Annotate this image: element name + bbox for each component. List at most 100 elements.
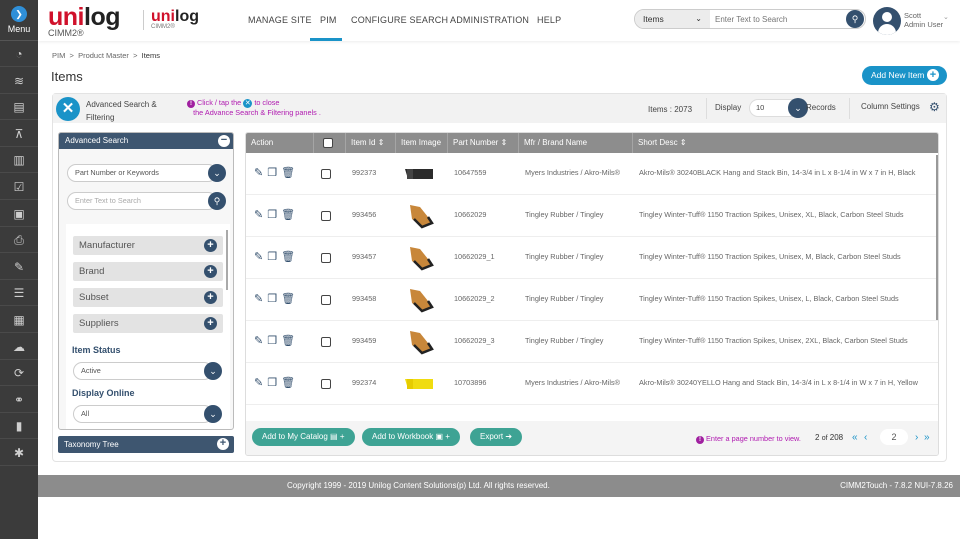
trash-icon[interactable]: 🗑 [281,293,299,305]
table-row[interactable]: ✎❐🗑 992373 10647559 Myers Industries / A… [246,153,938,195]
item-status-select[interactable]: Active ⌄ [73,362,222,380]
row-checkbox[interactable] [321,379,331,389]
edit-icon[interactable]: ✎ [254,335,267,347]
sidebar-item-chart[interactable]: ▮ [0,413,38,440]
item-image-traction-spikes[interactable] [404,245,434,271]
search-icon[interactable]: ⚲ [208,192,226,210]
col-short-desc[interactable]: Short Desc ⇕ [633,133,938,153]
column-settings-button[interactable]: Column Settings [861,102,920,111]
next-page-icon[interactable]: › [915,432,918,443]
copy-icon[interactable]: ❐ [267,167,281,179]
facet-brand[interactable]: Brand + [73,262,223,281]
display-online-select[interactable]: All ⌄ [73,405,222,423]
add-to-my-catalog-button[interactable]: Add to My Catalog ▤ + [252,428,355,446]
trash-icon[interactable]: 🗑 [281,209,299,221]
item-id[interactable]: 993458 [352,294,376,303]
chevron-down-icon[interactable]: ⌄ [943,13,949,21]
table-row[interactable]: ✎❐🗑 993458 10662029_2 Tingley Rubber / T… [246,279,938,321]
breadcrumb-product-master[interactable]: Product Master [78,51,129,60]
facet-manufacturer[interactable]: Manufacturer + [73,236,223,255]
edit-icon[interactable]: ✎ [254,293,267,305]
edit-icon[interactable]: ✎ [254,167,267,179]
search-scope-select[interactable]: Items ⌄ [635,10,710,28]
sidebar-item-print[interactable]: ⎙ [0,227,38,254]
sidebar-item-cloud-user[interactable]: ☁ [0,334,38,360]
edit-icon[interactable]: ✎ [254,377,267,389]
row-checkbox[interactable] [321,169,331,179]
sidebar-item-book-open[interactable]: ▥ [0,147,38,174]
trash-icon[interactable]: 🗑 [281,167,299,179]
table-scrollbar[interactable] [936,155,938,320]
facet-subset[interactable]: Subset + [73,288,223,307]
advanced-search-input[interactable]: Enter Text to Search ⚲ [67,192,226,210]
filter-scrollbar[interactable] [226,230,228,290]
row-checkbox[interactable] [321,211,331,221]
plus-icon[interactable]: + [217,438,229,450]
first-page-icon[interactable]: « [852,432,858,443]
trash-icon[interactable]: 🗑 [281,335,299,347]
export-button[interactable]: Export ➔ [470,428,523,446]
taxonomy-tree-header[interactable]: Taxonomy Tree + [58,436,234,453]
row-checkbox[interactable] [321,295,331,305]
row-checkbox[interactable] [321,253,331,263]
sidebar-item-document[interactable]: ▤ [0,94,38,121]
edit-icon[interactable]: ✎ [254,251,267,263]
row-checkbox[interactable] [321,337,331,347]
sidebar-item-layers[interactable]: ≋ [0,68,38,94]
sidebar-item-warehouse[interactable]: ▦ [0,307,38,333]
item-image-traction-spikes[interactable] [404,203,434,229]
add-to-workbook-button[interactable]: Add to Workbook ▣ + [362,428,460,446]
item-image-traction-spikes[interactable] [404,329,434,355]
nav-manage-site[interactable]: MANAGE SITE [248,15,312,25]
sidebar-item-images[interactable]: ▣ [0,201,38,227]
col-part-number[interactable]: Part Number ⇕ [448,133,519,153]
close-advanced-search-button[interactable]: ✕ [56,97,80,121]
table-row[interactable]: ✎❐🗑 993459 10662029_3 Tingley Rubber / T… [246,321,938,363]
sidebar-item-list[interactable]: ☰ [0,280,38,307]
col-item-id[interactable]: Item Id ⇕ [346,133,396,153]
trash-icon[interactable]: 🗑 [281,251,299,263]
collapse-icon[interactable]: − [218,135,230,147]
global-search-input[interactable] [712,10,842,28]
nav-configure-search[interactable]: CONFIGURE SEARCH [351,15,448,25]
advanced-search-header[interactable]: Advanced Search − [59,133,233,149]
gear-icon[interactable]: ⚙ [929,100,940,114]
facet-suppliers[interactable]: Suppliers + [73,314,223,333]
select-all-checkbox[interactable] [323,138,333,148]
edit-icon[interactable]: ✎ [254,209,267,221]
copy-icon[interactable]: ❐ [267,251,281,263]
records-per-page-select[interactable]: 10 ⌄ [749,98,808,118]
nav-pim[interactable]: PIM [320,15,337,25]
sidebar-item-dashboard[interactable]: ◔ [0,41,38,67]
item-id[interactable]: 993457 [352,252,376,261]
prev-page-icon[interactable]: ‹ [864,432,867,443]
item-image-traction-spikes[interactable] [404,287,434,313]
item-image-black-bin[interactable] [404,161,434,187]
copy-icon[interactable]: ❐ [267,377,281,389]
search-by-select[interactable]: Part Number or Keywords ⌄ [67,164,226,182]
page-number-input[interactable]: 2 [880,429,908,445]
search-icon[interactable]: ⚲ [846,10,864,28]
sidebar-item-sitemap[interactable]: ⊼ [0,121,38,147]
item-id[interactable]: 993456 [352,210,376,219]
item-image-yellow-bin[interactable] [404,371,434,397]
sidebar-item-sync[interactable]: ⟳ [0,360,38,387]
copy-icon[interactable]: ❐ [267,209,281,221]
nav-help[interactable]: HELP [537,15,561,25]
sidebar-item-handshake[interactable]: ⚭ [0,387,38,413]
item-id[interactable]: 992374 [352,378,376,387]
avatar[interactable] [873,7,901,35]
copy-icon[interactable]: ❐ [267,335,281,347]
table-row[interactable]: ✎❐🗑 992374 10703896 Myers Industries / A… [246,363,938,405]
breadcrumb-pim[interactable]: PIM [52,51,65,60]
last-page-icon[interactable]: » [924,432,930,443]
table-row[interactable]: ✎❐🗑 993456 10662029 Tingley Rubber / Tin… [246,195,938,237]
user-info[interactable]: Scott Admin User [904,11,943,29]
item-id[interactable]: 993459 [352,336,376,345]
trash-icon[interactable]: 🗑 [281,377,299,389]
copy-icon[interactable]: ❐ [267,293,281,305]
nav-administration[interactable]: ADMINISTRATION [450,15,529,25]
sidebar-item-bug[interactable]: ✱ [0,440,38,466]
item-id[interactable]: 992373 [352,168,376,177]
menu-button[interactable]: ❯ Menu [0,0,38,41]
